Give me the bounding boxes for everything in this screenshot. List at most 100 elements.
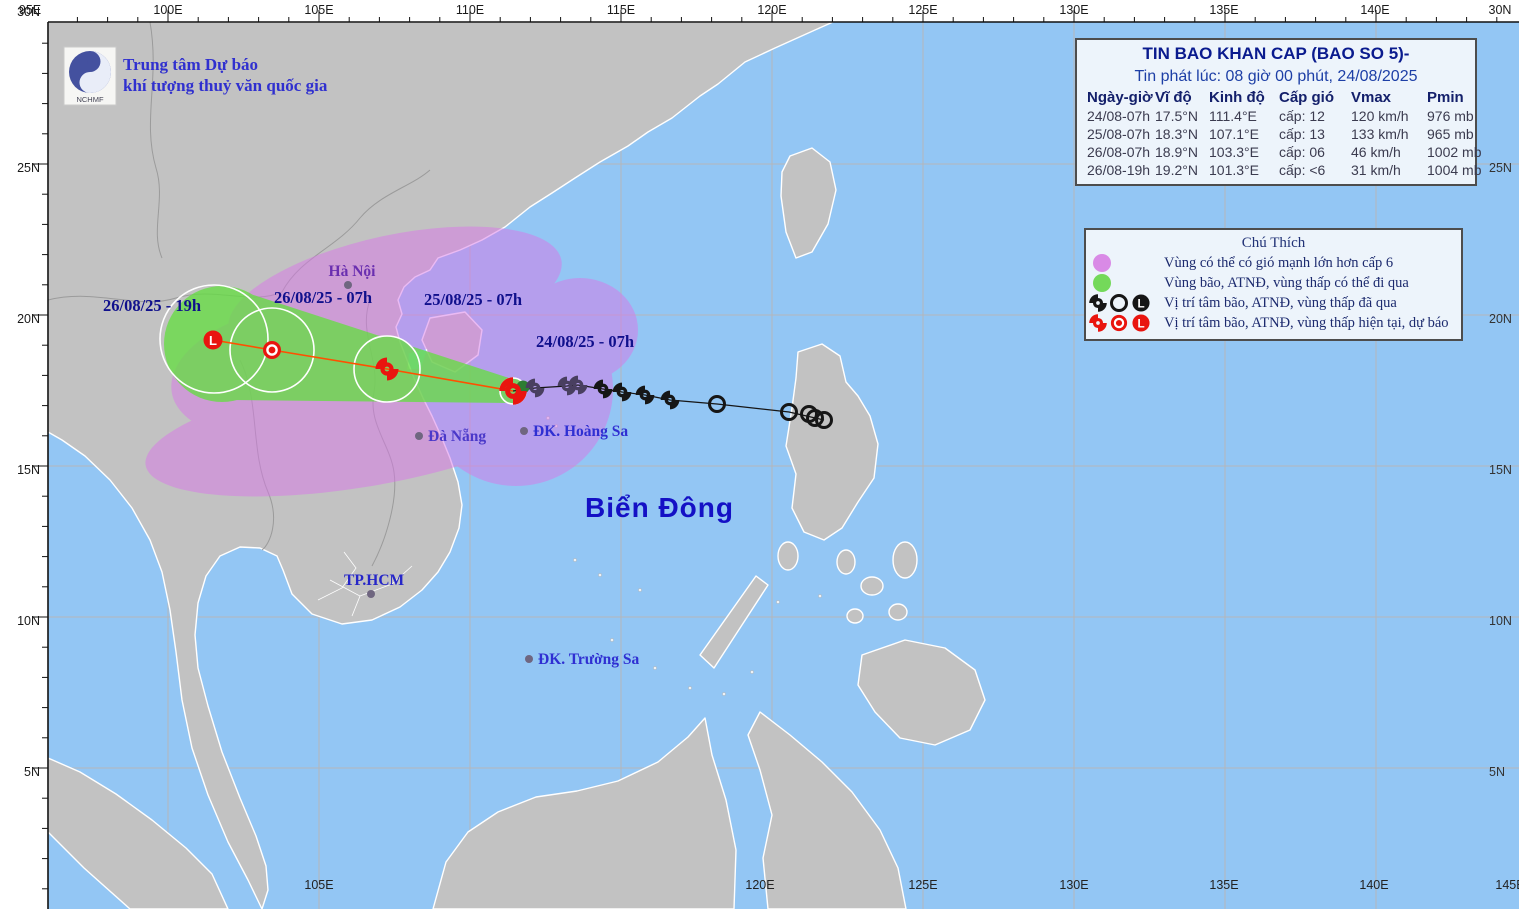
forecast-cell: 111.4°E	[1209, 108, 1257, 124]
place-label: TP.HCM	[344, 572, 405, 589]
axis-label-right: 10N	[1489, 614, 1512, 628]
pink-area-icon	[1093, 254, 1111, 272]
forecast-cell: cấp: 06	[1279, 144, 1325, 160]
place-dot	[415, 432, 423, 440]
current-position-icons	[1089, 313, 1150, 333]
axis-label-top: 110E	[456, 3, 484, 17]
agency-branding: NCHMF Trung tâm Dự báo khí tượng thuỷ vă…	[63, 46, 327, 106]
visayas-island	[860, 576, 884, 596]
forecast-cell: cấp: 13	[1279, 126, 1325, 142]
forecast-cell: 17.5°N	[1155, 108, 1198, 124]
legend-item-cone-area: Vùng bão, ATNĐ, vùng thấp có thể đi qua	[1086, 273, 1461, 293]
alert-title: TIN BAO KHAN CAP (BAO SO 5)-	[1142, 44, 1410, 63]
axis-label-left: 15N	[17, 463, 40, 477]
place-label: Hà Nội	[329, 263, 377, 280]
axis-label-left: 5N	[24, 765, 40, 779]
place-dot	[520, 427, 528, 435]
typhoon-forecast-map: L	[0, 0, 1519, 909]
axis-label-top: 30N	[1489, 3, 1512, 17]
samar-island	[892, 541, 918, 579]
forecast-L-icon	[203, 330, 223, 350]
axis-label-bottom: 135E	[1209, 878, 1238, 892]
axis-label-top: 105E	[304, 3, 333, 17]
forecast-cell: 26/08-07h	[1087, 144, 1151, 160]
track-date-label: 26/08/25 - 19h	[103, 296, 201, 315]
legend-item-current-position: Vị trí tâm bão, ATNĐ, vùng thấp hiện tại…	[1086, 313, 1461, 333]
forecast-table-header: Ngày-giờ Vĩ độ Kinh độ Cấp gió Vmax Pmin	[1077, 88, 1479, 107]
alert-box: TIN BAO KHAN CAP (BAO SO 5)- Tin phát lú…	[1075, 38, 1482, 186]
forecast-cell: 101.3°E	[1209, 162, 1259, 178]
forecast-cell: 19.2°N	[1155, 162, 1198, 178]
axis-label-top: 135E	[1209, 3, 1238, 17]
alert-issued-time: Tin phát lúc: 08 giờ 00 phút, 24/08/2025	[1134, 68, 1418, 85]
track-date-label: 25/08/25 - 07h	[424, 290, 522, 309]
legend-title: Chú Thích	[1241, 235, 1306, 251]
forecast-row: 24/08-07h 17.5°N 111.4°E cấp: 12 120 km/h 976…	[1077, 107, 1479, 125]
visayas-island	[846, 608, 864, 624]
agency-name-line2: khí tượng thuỷ văn quốc gia	[123, 76, 328, 95]
forecast-cell: 18.9°N	[1155, 144, 1198, 160]
forecast-cell: 133 km/h	[1351, 126, 1409, 142]
logo-text: NCHMF	[76, 95, 103, 104]
place-label: ĐK. Hoàng Sa	[533, 423, 628, 440]
mindoro-island	[777, 541, 799, 571]
axis-label-left: 10N	[17, 614, 40, 628]
forecast-cell: 107.1°E	[1209, 126, 1259, 142]
forecast-cell: 976 mb	[1427, 108, 1474, 124]
forecast-table: Ngày-giờ Vĩ độ Kinh độ Cấp gió Vmax Pmin 24/0…	[1077, 88, 1482, 179]
forecast-cell: cấp: <6	[1279, 162, 1326, 178]
place-label: Đà Nẵng	[428, 428, 486, 445]
axis-label-right: 25N	[1489, 161, 1512, 175]
axis-label-bottom: 120E	[745, 878, 774, 892]
axis-label-right: 15N	[1489, 463, 1512, 477]
axis-label-top: 130E	[1059, 3, 1088, 17]
axis-label-top: 115E	[607, 3, 635, 17]
axis-label-right: 5N	[1489, 765, 1505, 779]
forecast-cell: cấp: 12	[1279, 108, 1325, 124]
track-date-label: 24/08/25 - 07h	[536, 332, 634, 351]
axis-label-left: 20N	[17, 312, 40, 326]
forecast-dot-icon	[261, 339, 283, 361]
track-date-label: 26/08/25 - 07h	[274, 288, 372, 307]
forecast-column-header: Kinh độ	[1209, 89, 1265, 106]
forecast-cell: 46 km/h	[1351, 144, 1401, 160]
forecast-column-header: Ngày-giờ	[1087, 89, 1153, 106]
axis-label-top: 140E	[1360, 3, 1389, 17]
axis-label-bottom: 125E	[908, 878, 937, 892]
forecast-column-header: Vmax	[1351, 89, 1392, 106]
agency-name-line1: Trung tâm Dự báo	[123, 55, 259, 74]
axis-label-left: 25N	[17, 161, 40, 175]
axis-label-bottom: 130E	[1059, 878, 1088, 892]
forecast-cell: 26/08-19h	[1087, 162, 1151, 178]
axis-label-bottom: 140E	[1359, 878, 1388, 892]
forecast-row: 25/08-07h 18.3°N 107.1°E cấp: 13 133 km/h 965…	[1077, 125, 1479, 143]
forecast-cell: 25/08-07h	[1087, 126, 1151, 142]
past-position-icons	[1089, 294, 1150, 312]
forecast-cell: 18.3°N	[1155, 126, 1198, 142]
green-area-icon	[1093, 274, 1111, 292]
nchmf-logo: NCHMF	[63, 46, 117, 106]
place-label: ĐK. Trường Sa	[538, 651, 640, 668]
axis-label-left: 30N	[17, 5, 40, 19]
axis-label-top: 120E	[757, 3, 786, 17]
forecast-cell: 1004 mb	[1427, 162, 1482, 178]
legend-item-past-position: Vị trí tâm bão, ATNĐ, vùng thấp đã qua	[1086, 293, 1461, 313]
place-dot	[525, 655, 533, 663]
forecast-cell: 24/08-07h	[1087, 108, 1151, 124]
forecast-cell: 120 km/h	[1351, 108, 1409, 124]
forecast-cell: 31 km/h	[1351, 162, 1401, 178]
forecast-column-header: Cấp gió	[1279, 89, 1334, 106]
forecast-cell: 965 mb	[1427, 126, 1474, 142]
sea-name-label: Biển Đông	[585, 492, 734, 523]
forecast-cell: 103.3°E	[1209, 144, 1259, 160]
forecast-column-header: Vĩ độ	[1155, 89, 1192, 106]
axis-label-right: 20N	[1489, 312, 1512, 326]
visayas-island	[888, 603, 908, 621]
legend-box: Chú Thích Vùng có thể có gió mạnh lớn hơ…	[1084, 228, 1463, 341]
place-dot	[344, 281, 352, 289]
axis-label-bottom: 105E	[304, 878, 333, 892]
forecast-row: 26/08-19h 19.2°N 101.3°E cấp: <6 31 km/h 1004…	[1077, 161, 1482, 179]
place-dot	[367, 590, 375, 598]
forecast-column-header: Pmin	[1427, 89, 1464, 106]
forecast-row: 26/08-07h 18.9°N 103.3°E cấp: 06 46 km/h 1002…	[1077, 143, 1481, 161]
